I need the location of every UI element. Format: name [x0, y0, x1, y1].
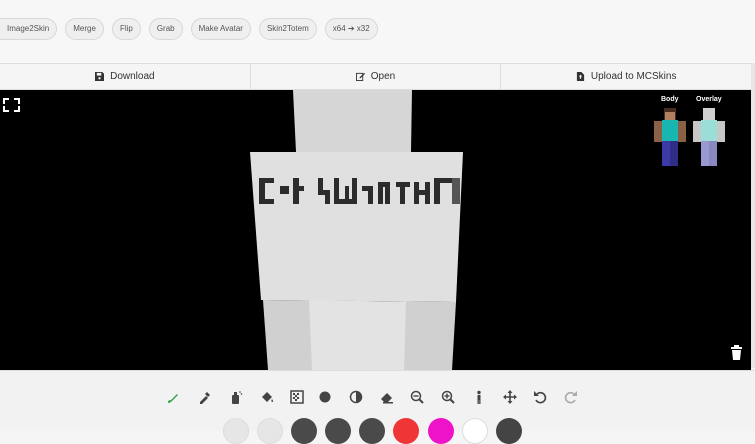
circle-icon	[319, 391, 331, 403]
chip-grab[interactable]: Grab	[148, 18, 183, 40]
palette-swatch[interactable]	[291, 418, 317, 444]
redo-button[interactable]	[560, 386, 582, 408]
palette-swatch[interactable]	[496, 418, 522, 444]
palette-swatch[interactable]	[428, 418, 454, 444]
scrollbar[interactable]	[751, 63, 755, 368]
pose-tool[interactable]	[468, 386, 490, 408]
tool-row	[0, 386, 751, 408]
spray-icon	[232, 391, 243, 404]
body-preview[interactable]	[654, 108, 686, 166]
eraser-icon	[381, 393, 393, 404]
chip-skin2totem[interactable]: Skin2Totem	[258, 18, 317, 40]
open-button[interactable]: Open	[251, 64, 502, 89]
palette-swatch[interactable]	[359, 418, 385, 444]
tool-chips: Image2Skin Merge Flip Grab Make Avatar S…	[0, 18, 378, 40]
undo-icon	[534, 391, 547, 404]
contrast-icon	[349, 390, 363, 404]
upload-button[interactable]: Upload to MCSkins	[501, 64, 751, 89]
body-preview-label: Body	[661, 96, 679, 103]
contrast-tool[interactable]	[345, 386, 367, 408]
chip-image2skin[interactable]: Image2Skin	[0, 18, 58, 40]
eraser-tool[interactable]	[376, 386, 398, 408]
skin-head-part	[293, 90, 412, 152]
overlay-preview-label: Overlay	[696, 96, 722, 103]
chip-flip[interactable]: Flip	[111, 18, 141, 40]
overlay-preview[interactable]	[693, 108, 725, 166]
open-label: Open	[370, 71, 396, 82]
brush-icon	[168, 394, 178, 403]
circle-tool[interactable]	[314, 386, 336, 408]
upload-label: Upload to MCSkins	[590, 71, 677, 82]
skin-legs-part	[309, 300, 406, 370]
palette-swatch[interactable]	[462, 418, 488, 444]
action-bar: Download Open Upload to MCSkins	[0, 63, 751, 90]
bottom-toolbar	[0, 370, 755, 444]
move-tool[interactable]	[499, 386, 521, 408]
pipette-tool[interactable]	[194, 386, 216, 408]
skin-3d-view[interactable]	[0, 90, 751, 370]
palette-swatch[interactable]	[325, 418, 351, 444]
brush-tool[interactable]	[163, 386, 185, 408]
palette-swatch[interactable]	[393, 418, 419, 444]
top-toolbar: Image2Skin Merge Flip Grab Make Avatar S…	[0, 0, 755, 63]
skin-body-part	[250, 152, 463, 302]
save-icon	[95, 72, 105, 81]
download-button[interactable]: Download	[0, 64, 251, 89]
chip-make-avatar[interactable]: Make Avatar	[190, 18, 251, 40]
palette-swatch[interactable]	[223, 418, 249, 444]
chip-x64-to-x32[interactable]: x64 ➔ x32	[324, 18, 378, 40]
undo-button[interactable]	[529, 386, 551, 408]
file-upload-icon	[576, 72, 584, 81]
zoom-in-icon	[441, 390, 455, 404]
chip-merge[interactable]: Merge	[65, 18, 104, 40]
edit-icon	[355, 72, 365, 81]
zoom-in-tool[interactable]	[437, 386, 459, 408]
move-icon	[503, 390, 517, 404]
fullscreen-icon[interactable]	[3, 98, 20, 112]
spray-tool[interactable]	[225, 386, 247, 408]
dither-tool[interactable]	[286, 386, 308, 408]
redo-icon	[564, 391, 577, 404]
palette-swatch[interactable]	[257, 418, 283, 444]
zoom-out-tool[interactable]	[406, 386, 428, 408]
zoom-out-icon	[410, 390, 424, 404]
fill-bucket-icon	[262, 392, 274, 403]
dither-icon	[290, 390, 304, 404]
skin-canvas[interactable]: Body Overlay	[0, 90, 751, 370]
download-label: Download	[110, 71, 155, 82]
figure-icon	[477, 390, 481, 404]
trash-icon[interactable]	[731, 345, 742, 360]
pipette-icon	[200, 392, 210, 404]
fill-tool[interactable]	[256, 386, 278, 408]
